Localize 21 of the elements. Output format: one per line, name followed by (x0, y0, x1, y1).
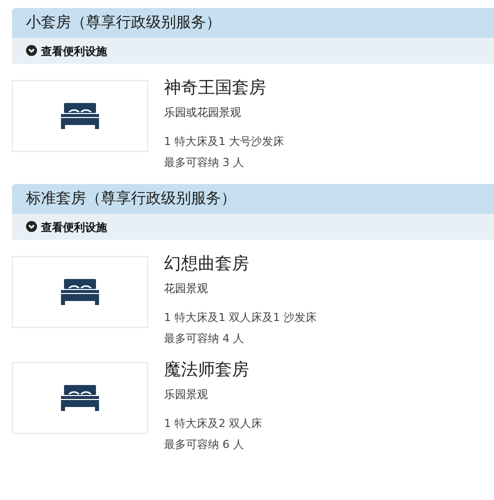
room-view: 乐园景观 (164, 387, 209, 402)
bed-configuration: 1 特大床及2 双人床 (164, 416, 262, 431)
section-header: 小套房（尊享行政级别服务） (12, 8, 494, 38)
chevron-down-icon (26, 45, 37, 56)
bed-icon (61, 103, 99, 129)
room-view: 乐园或花园景观 (164, 105, 242, 120)
chevron-down-icon (26, 221, 37, 232)
room-name: 幻想曲套房 (164, 253, 250, 275)
section-header: 标准套房（尊享行政级别服务） (12, 184, 494, 214)
bed-configuration: 1 特大床及1 双人床及1 沙发床 (164, 310, 316, 325)
bed-configuration: 1 特大床及1 大号沙发床 (164, 134, 284, 149)
room-name: 神奇王国套房 (164, 77, 267, 99)
amenities-link[interactable]: 查看便利设施 (26, 221, 112, 234)
room-view: 花园景观 (164, 281, 209, 296)
bed-icon (61, 385, 99, 411)
amenities-link[interactable]: 查看便利设施 (26, 45, 112, 58)
room-capacity: 最多可容纳 4 人 (164, 331, 245, 346)
bed-icon (61, 279, 99, 305)
room-capacity: 最多可容纳 3 人 (164, 155, 245, 170)
room-name: 魔法师套房 (164, 359, 250, 381)
room-capacity: 最多可容纳 6 人 (164, 437, 245, 452)
